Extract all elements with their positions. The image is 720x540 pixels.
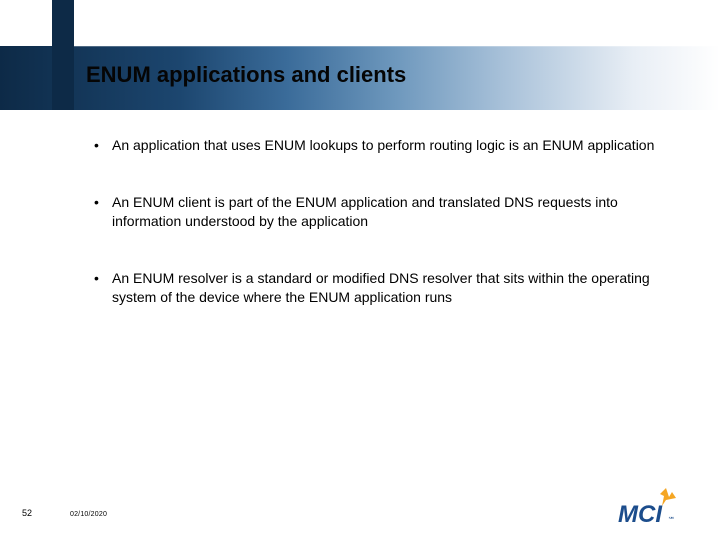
brand-logo: MCI ℠ <box>616 486 692 526</box>
bullet-marker: • <box>92 193 112 212</box>
bullet-text: An application that uses ENUM lookups to… <box>112 136 666 155</box>
svg-text:MCI: MCI <box>618 501 663 526</box>
page-number: 52 <box>22 508 32 518</box>
bullet-item: • An ENUM resolver is a standard or modi… <box>92 269 666 307</box>
bullet-item: • An ENUM client is part of the ENUM app… <box>92 193 666 231</box>
bullet-marker: • <box>92 269 112 288</box>
slide: ENUM applications and clients • An appli… <box>0 0 720 540</box>
accent-bar <box>52 0 74 110</box>
svg-text:℠: ℠ <box>668 516 675 524</box>
bullet-text: An ENUM client is part of the ENUM appli… <box>112 193 666 231</box>
footer-date: 02/10/2020 <box>70 511 107 518</box>
bullet-item: • An application that uses ENUM lookups … <box>92 136 666 155</box>
bullet-marker: • <box>92 136 112 155</box>
content-area: • An application that uses ENUM lookups … <box>92 136 666 344</box>
slide-title: ENUM applications and clients <box>86 62 406 88</box>
bullet-text: An ENUM resolver is a standard or modifi… <box>112 269 666 307</box>
divider-line <box>74 46 720 47</box>
mci-logo-icon: MCI ℠ <box>616 486 692 526</box>
